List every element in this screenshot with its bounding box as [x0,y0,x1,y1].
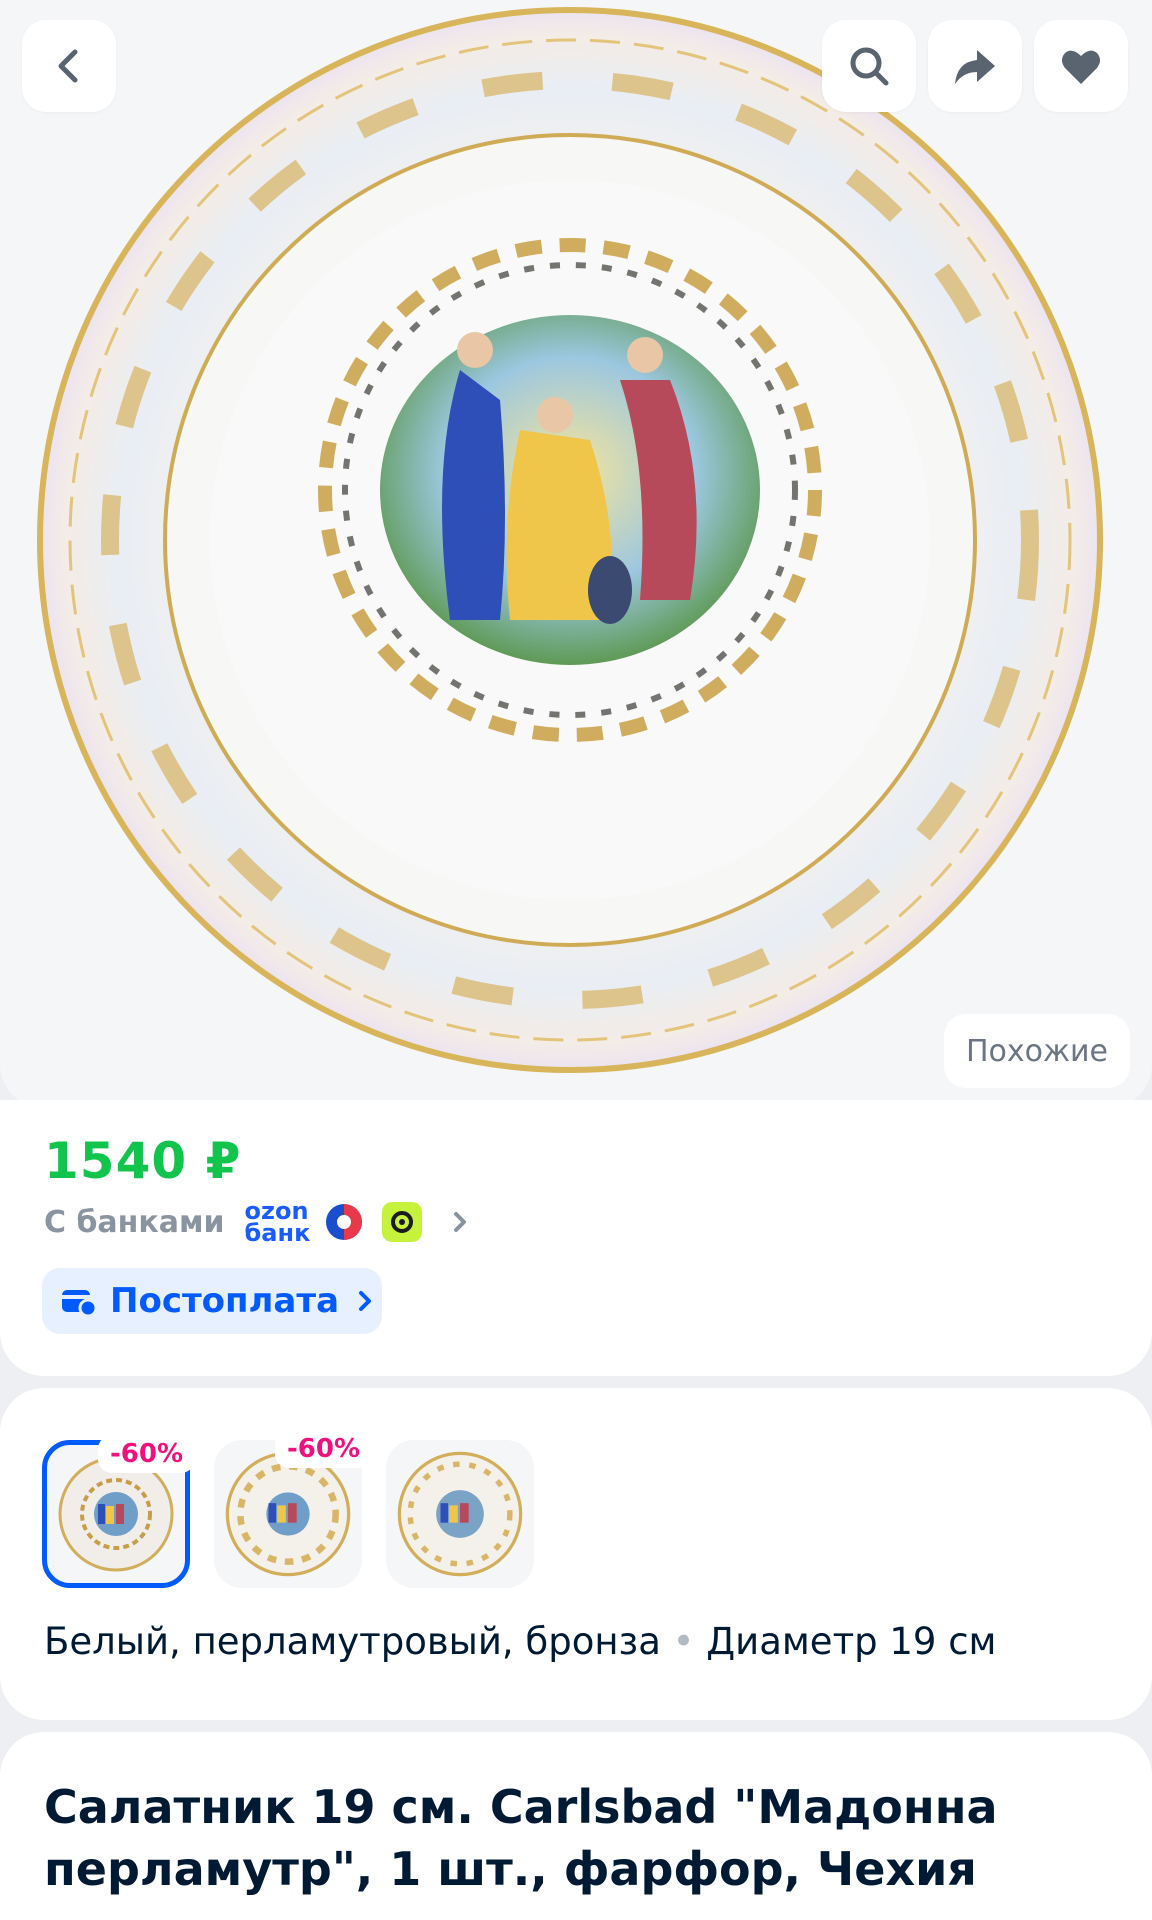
share-arrow-icon [955,50,995,84]
back-button[interactable] [22,20,116,112]
variant-thumbnail[interactable]: -60% [214,1430,372,1588]
variant-plate-image [225,1451,351,1577]
search-icon [850,47,889,86]
similar-products-button[interactable]: Похожие [944,1014,1130,1088]
postpay-button[interactable]: Постоплата [42,1268,382,1334]
bank-logo-icon [382,1202,423,1242]
wallet-clock-icon [62,1290,98,1318]
discount-badge: -60% [274,1430,372,1468]
favorite-button[interactable] [1034,20,1128,112]
share-button[interactable] [928,20,1022,112]
product-image-gallery[interactable]: Похожие [0,0,1152,1108]
variant-thumbnail[interactable]: -60% [42,1435,195,1588]
ozon-bank-logo-bottom: банк [244,1219,311,1247]
chevron-right-icon [359,1291,372,1311]
chevron-left-icon [58,49,78,83]
discount-badge: -60% [97,1435,195,1473]
product-photo[interactable] [30,0,1110,1080]
ozon-bank-logo: ozon банк [244,1199,311,1247]
postpay-label: Постоплата [110,1281,340,1321]
variant-size-text: Диаметр 19 см [706,1620,997,1663]
bank-logo-icon [324,1202,365,1242]
separator-dot: • [672,1620,695,1663]
heart-icon [1062,50,1100,84]
price-value: 1540 ₽ [44,1132,242,1190]
banks-label: С банками [44,1204,225,1240]
variant-color-text: Белый, перламутровый, бронза [44,1620,661,1663]
bank-offers-row[interactable]: С банками ozon банк [44,1196,470,1248]
variant-description: Белый, перламутровый, бронза • Диаметр 1… [44,1620,996,1663]
product-title: Салатник 19 см. Carlsbad "Мадонна перлам… [44,1780,998,1896]
search-button[interactable] [822,20,916,112]
variant-plate-image [397,1451,523,1577]
chevron-right-icon [454,1212,467,1232]
variant-thumbnail[interactable] [386,1440,534,1588]
